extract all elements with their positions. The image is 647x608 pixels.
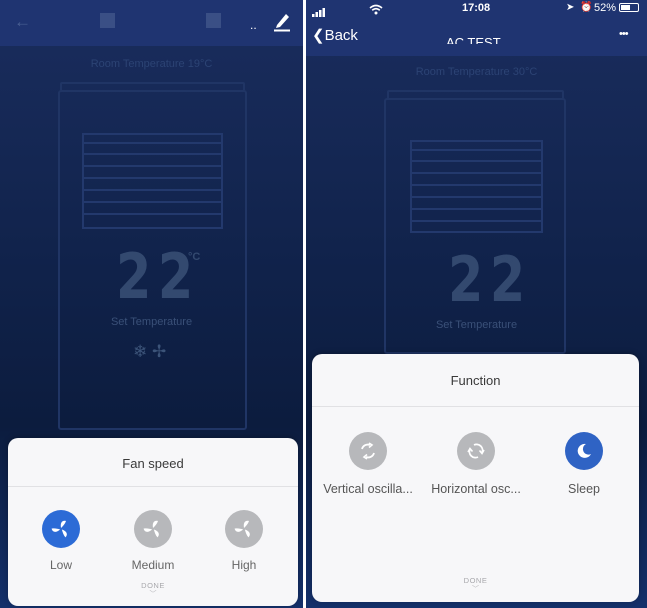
fan-speed-sheet: Fan speed Low Medium High DONE ﹀ <box>8 438 298 606</box>
temperature-unit: °C <box>188 251 201 263</box>
more-options-icon[interactable]: ••• <box>619 28 629 40</box>
back-button[interactable]: ❮Back <box>312 26 358 44</box>
header-dots: .. <box>250 18 257 32</box>
fan-icon <box>225 510 263 548</box>
temperature-unit: °C <box>501 254 514 266</box>
status-time: 17:08 <box>462 2 491 14</box>
vertical-oscillation-button[interactable]: Vertical oscilla... <box>316 432 420 496</box>
vent-grille <box>82 133 223 229</box>
top-bar: ← .. <box>0 0 303 46</box>
back-label: Back <box>324 27 358 44</box>
moon-icon <box>565 432 603 470</box>
room-temperature: Room Temperature 30°C <box>415 66 538 78</box>
square-icon <box>206 13 221 28</box>
fan-speed-medium-label: Medium <box>131 558 175 572</box>
vertical-oscillation-label: Vertical oscilla... <box>323 482 413 496</box>
set-temperature-label: Set Temperature <box>110 316 193 328</box>
chevron-down-icon: ﹀ <box>472 586 479 593</box>
alarm-icon: ⏰ <box>580 2 593 13</box>
set-temperature-value: 22 <box>448 243 532 316</box>
horizontal-oscillation-icon <box>457 432 495 470</box>
chevron-down-icon: ﹀ <box>149 591 157 598</box>
divider <box>312 406 639 407</box>
chevron-left-icon: ❮ <box>312 27 325 44</box>
sleep-label: Sleep <box>568 482 600 496</box>
location-icon: ➤ <box>566 2 575 13</box>
battery-icon <box>619 3 639 12</box>
fan-speed-low-label: Low <box>49 558 72 572</box>
wifi-icon <box>369 2 383 20</box>
vent-grille <box>410 140 543 233</box>
divider <box>8 486 298 487</box>
top-bar: 17:08 ➤ ⏰ 52% ❮Back AC TEST ••• <box>306 0 647 56</box>
fan-icon <box>42 510 80 548</box>
edit-icon[interactable] <box>272 10 292 37</box>
function-sheet: Function Vertical oscilla... Horizontal … <box>312 354 639 602</box>
right-screen: 17:08 ➤ ⏰ 52% ❮Back AC TEST ••• Room Tem… <box>306 0 647 608</box>
horizontal-oscillation-label: Horizontal osc... <box>431 482 521 496</box>
sleep-button[interactable]: Sleep <box>544 432 624 496</box>
fan-speed-low-button[interactable]: Low <box>21 510 101 572</box>
signal-icon <box>312 4 328 22</box>
sheet-title: Function <box>450 373 501 388</box>
fan-speed-high-label: High <box>231 558 257 572</box>
left-screen: ← .. Room Temperature 19°C 22 °C Set Tem… <box>0 0 303 608</box>
vertical-oscillation-icon <box>349 432 387 470</box>
fan-icon <box>134 510 172 548</box>
square-icon <box>100 13 115 28</box>
fan-speed-high-button[interactable]: High <box>204 510 284 572</box>
battery-percent: 52% <box>594 2 617 14</box>
mode-icons: ❄ ✢ <box>133 342 167 361</box>
set-temperature-label: Set Temperature <box>435 319 518 331</box>
room-temperature: Room Temperature 19°C <box>90 58 213 70</box>
back-arrow-icon[interactable]: ← <box>14 12 31 32</box>
sheet-title: Fan speed <box>122 456 184 471</box>
page-title: AC TEST <box>446 35 501 50</box>
fan-speed-medium-button[interactable]: Medium <box>113 510 193 572</box>
horizontal-oscillation-button[interactable]: Horizontal osc... <box>424 432 528 496</box>
